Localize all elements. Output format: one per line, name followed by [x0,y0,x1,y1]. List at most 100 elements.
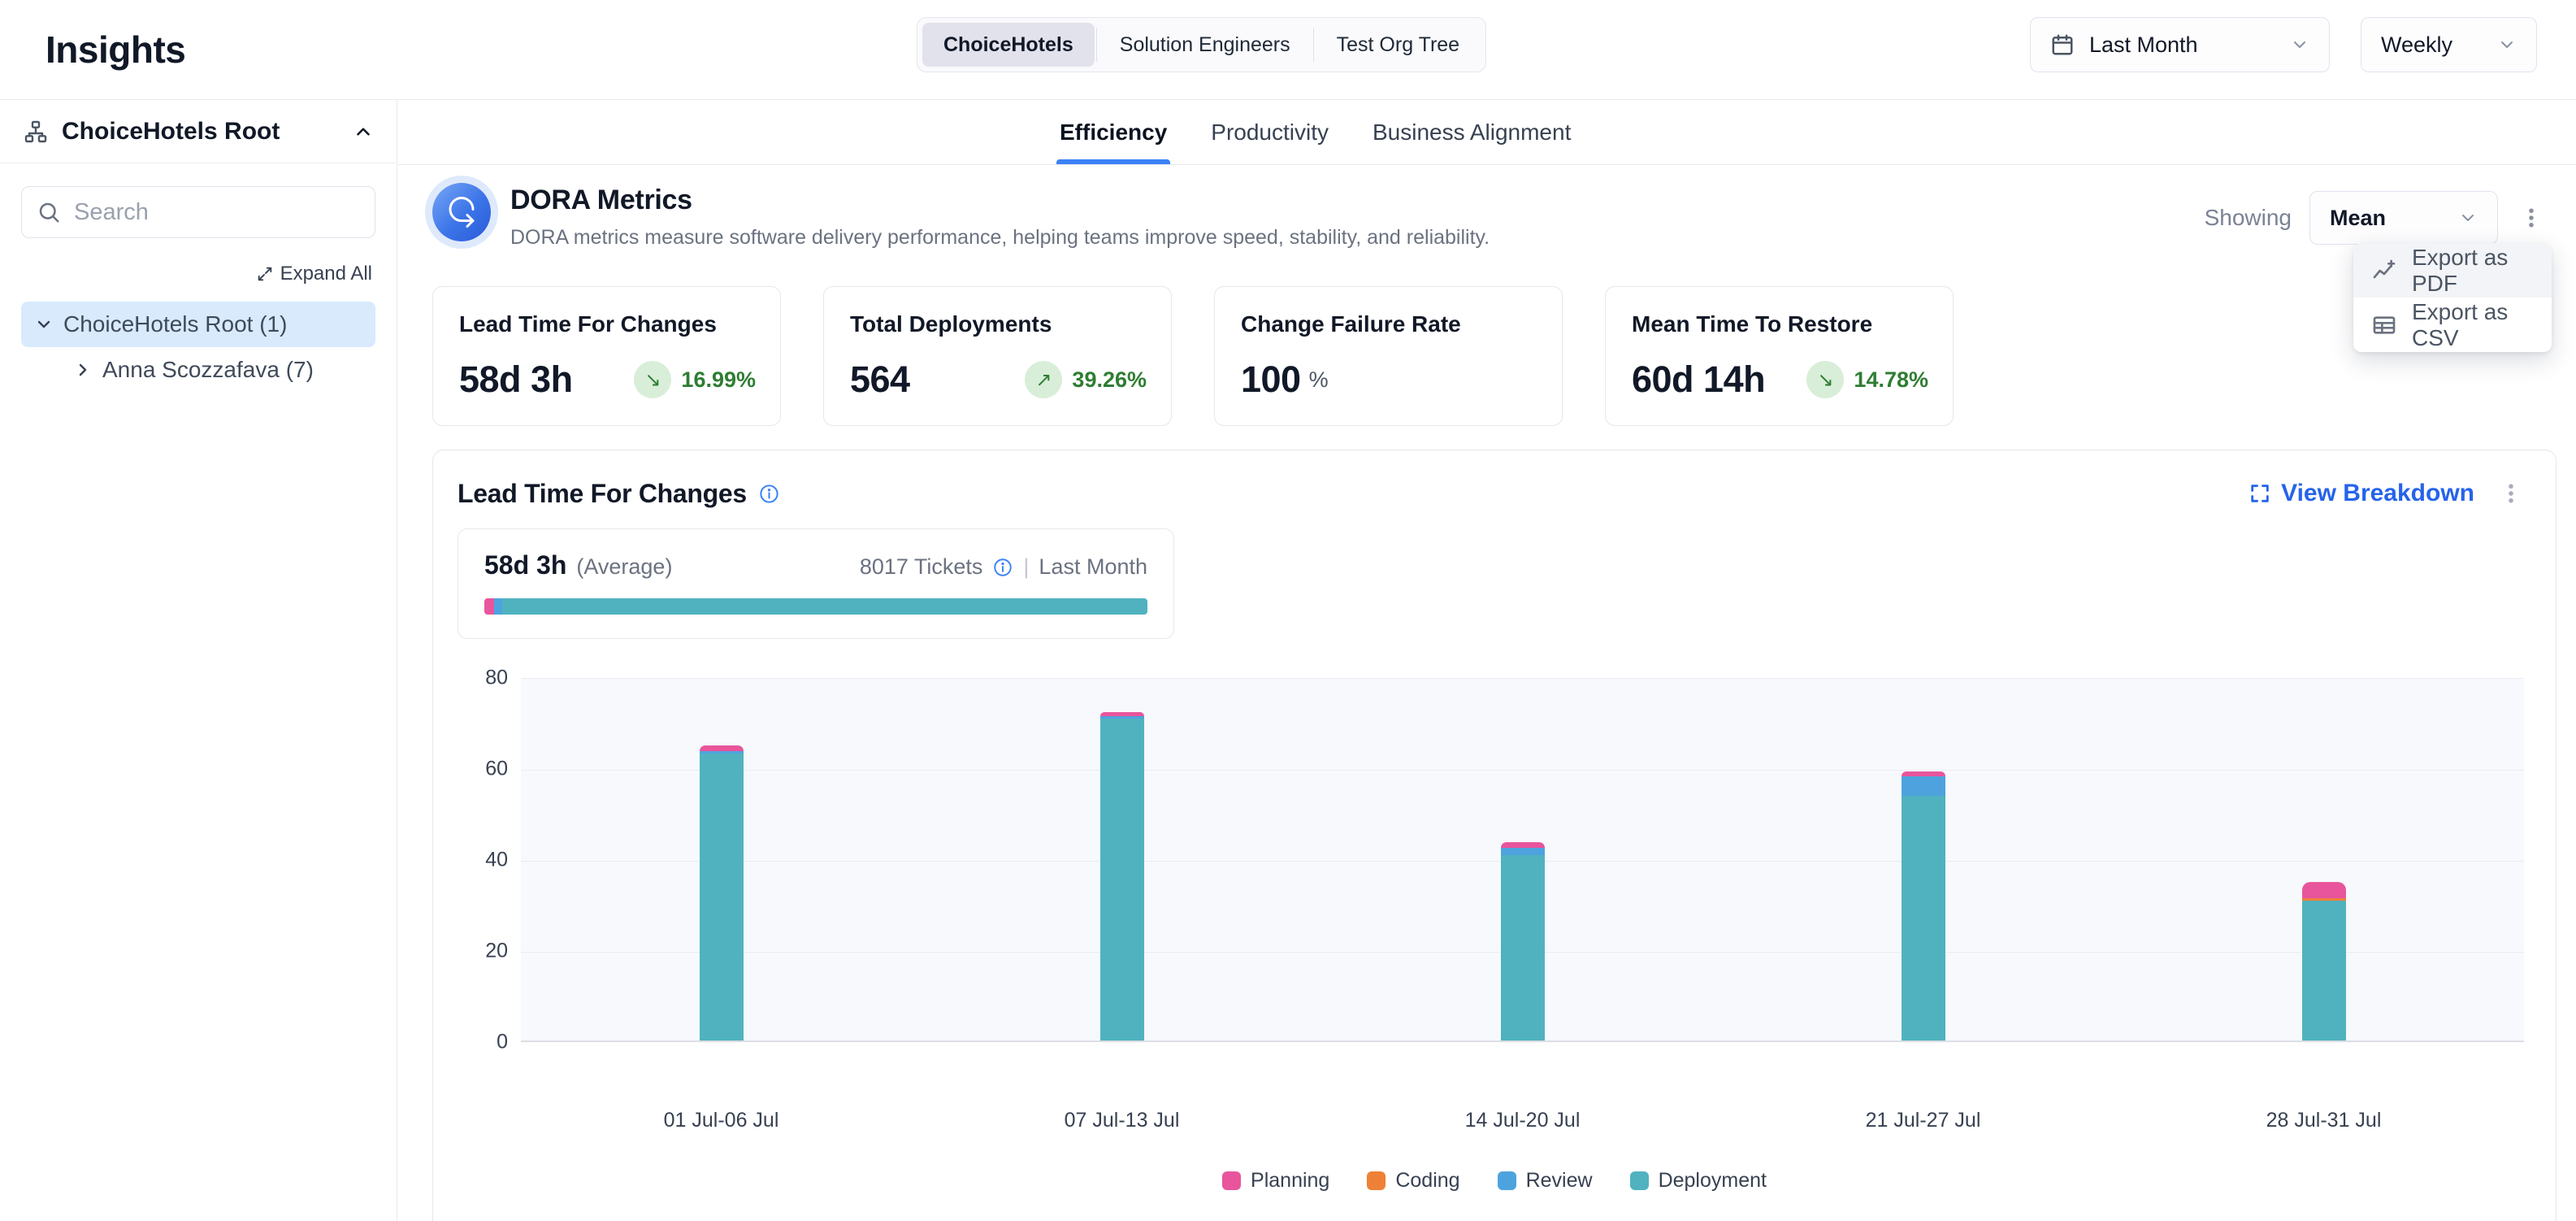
metric-cards-row: Lead Time For Changes 58d 3h ↘ 16.99% To… [432,286,1954,426]
lead-time-chart-card: Lead Time For Changes View Breakdown [432,450,2556,1221]
summary-qualifier: (Average) [576,554,672,580]
sidebar-search [21,186,375,238]
view-breakdown-label: View Breakdown [2281,480,2474,507]
search-input[interactable] [74,199,360,226]
legend-item-coding[interactable]: Coding [1367,1169,1459,1193]
view-breakdown-button[interactable]: View Breakdown [2249,480,2474,507]
card-title: Mean Time To Restore [1632,311,1928,337]
tab-content: DORA Metrics DORA metrics measure softwa… [398,165,2576,1221]
card-title: Lead Time For Changes [459,311,756,337]
expand-all-label: Expand All [280,263,372,285]
x-tick-label: 01 Jul-06 Jul [664,1109,779,1132]
header-controls: Last Month Weekly [2030,17,2537,72]
review-swatch [1498,1171,1516,1190]
tree-item-child[interactable]: Anna Scozzafava (7) [73,347,397,393]
menu-item-label: Export as PDF [2412,245,2534,297]
card-value: 564 [850,358,910,401]
bar-stack[interactable] [1501,842,1545,1041]
tree-item-root[interactable]: ChoiceHotels Root (1) [21,302,375,347]
trend-up-icon: ↗ [1025,361,1062,398]
chart-line-plus-icon [2371,258,2397,284]
org-segmented-control: ChoiceHotels Solution Engineers Test Org… [917,17,1486,72]
legend-label: Deployment [1659,1169,1767,1193]
chart-plot [521,678,2524,1042]
iteration-cycle-icon [432,183,491,241]
org-tree-sidebar: ChoiceHotels Root Expand All ChoiceHotel… [0,100,397,1221]
card-title: Change Failure Rate [1241,311,1537,337]
period-select[interactable]: Last Month [2030,17,2330,72]
y-tick-label: 40 [485,849,508,872]
y-tick-label: 80 [485,667,508,690]
kebab-menu-icon[interactable] [2516,202,2547,233]
legend-label: Review [1526,1169,1593,1193]
phase-segment [494,598,502,615]
x-axis-labels: 01 Jul-06 Jul 07 Jul-13 Jul 14 Jul-20 Jul 2… [521,1109,2524,1141]
gridline [521,770,2524,771]
chevron-down-icon [2497,35,2517,54]
bar-stack[interactable] [1902,771,1945,1041]
aggregation-select[interactable]: Mean [2309,191,2498,245]
tree-item-label: Anna Scozzafava (7) [102,357,314,383]
sidebar-root-label: ChoiceHotels Root [62,118,280,146]
summary-period: Last Month [1039,554,1147,580]
kebab-menu-icon[interactable] [2496,478,2526,509]
separator: | [1023,554,1029,580]
export-menu: Export as PDF Export as CSV [2353,243,2552,352]
chevron-right-icon[interactable] [73,360,93,380]
chart-legend: Planning Coding Review Deployment [433,1169,2556,1193]
org-tab-choicehotels[interactable]: ChoiceHotels [922,23,1095,67]
legend-item-review[interactable]: Review [1498,1169,1593,1193]
x-tick-label: 07 Jul-13 Jul [1065,1109,1180,1132]
chevron-down-icon[interactable] [34,315,54,334]
org-tree: ChoiceHotels Root (1) Anna Scozzafava (7… [0,302,397,393]
legend-item-planning[interactable]: Planning [1222,1169,1329,1193]
dora-metrics-header: DORA Metrics DORA metrics measure softwa… [432,183,1490,250]
chevron-up-icon[interactable] [353,121,374,142]
info-icon[interactable] [758,483,780,505]
org-tab-test-org-tree[interactable]: Test Org Tree [1316,23,1481,67]
trend-down-icon: ↘ [1806,361,1844,398]
card-title: Total Deployments [850,311,1147,337]
bar-stack[interactable] [1100,712,1144,1041]
metric-card-change-failure: Change Failure Rate 100 % [1214,286,1563,426]
card-value: 100 [1241,358,1301,401]
info-icon[interactable] [992,557,1013,578]
granularity-select[interactable]: Weekly [2361,17,2537,72]
metric-card-mttr: Mean Time To Restore 60d 14h ↘ 14.78% [1605,286,1954,426]
section-title: DORA Metrics [510,185,1490,216]
chart-section-title: Lead Time For Changes [458,479,747,509]
legend-label: Coding [1395,1169,1459,1193]
x-tick-label: 28 Jul-31 Jul [2266,1109,2382,1132]
search-icon [37,200,61,224]
trend-percent: 16.99% [681,367,756,393]
tab-productivity[interactable]: Productivity [1208,100,1332,164]
export-csv-menu-item[interactable]: Export as CSV [2353,298,2552,352]
showing-controls: Showing Mean [2205,191,2547,245]
tab-business-alignment[interactable]: Business Alignment [1369,100,1574,164]
legend-item-deployment[interactable]: Deployment [1630,1169,1767,1193]
phase-distribution-bar [484,598,1147,615]
chevron-down-icon [2290,35,2309,54]
tab-efficiency[interactable]: Efficiency [1056,100,1170,164]
metric-card-deployments: Total Deployments 564 ↗ 39.26% [823,286,1172,426]
org-tab-solution-engineers[interactable]: Solution Engineers [1099,23,1312,67]
bar-stack[interactable] [2302,882,2346,1041]
x-tick-label: 14 Jul-20 Jul [1465,1109,1581,1132]
trend-percent: 14.78% [1854,367,1928,393]
card-value-suffix: % [1309,367,1329,393]
table-icon [2371,312,2397,338]
expand-all-button[interactable]: Expand All [0,263,372,285]
segment-divider [1096,28,1097,62]
y-tick-label: 20 [485,940,508,963]
y-tick-label: 60 [485,758,508,781]
section-subtitle: DORA metrics measure software delivery p… [510,226,1490,250]
tree-item-label: ChoiceHotels Root (1) [63,311,287,337]
bar-stack[interactable] [700,745,744,1041]
x-tick-label: 21 Jul-27 Jul [1866,1109,1981,1132]
expand-diagonal-icon [256,265,274,283]
deployment-swatch [1630,1171,1649,1190]
sidebar-header[interactable]: ChoiceHotels Root [0,100,397,163]
trend-down-icon: ↘ [634,361,671,398]
lead-time-summary: 58d 3h (Average) 8017 Tickets | Last Mon… [458,528,1174,639]
export-pdf-menu-item[interactable]: Export as PDF [2353,243,2552,298]
